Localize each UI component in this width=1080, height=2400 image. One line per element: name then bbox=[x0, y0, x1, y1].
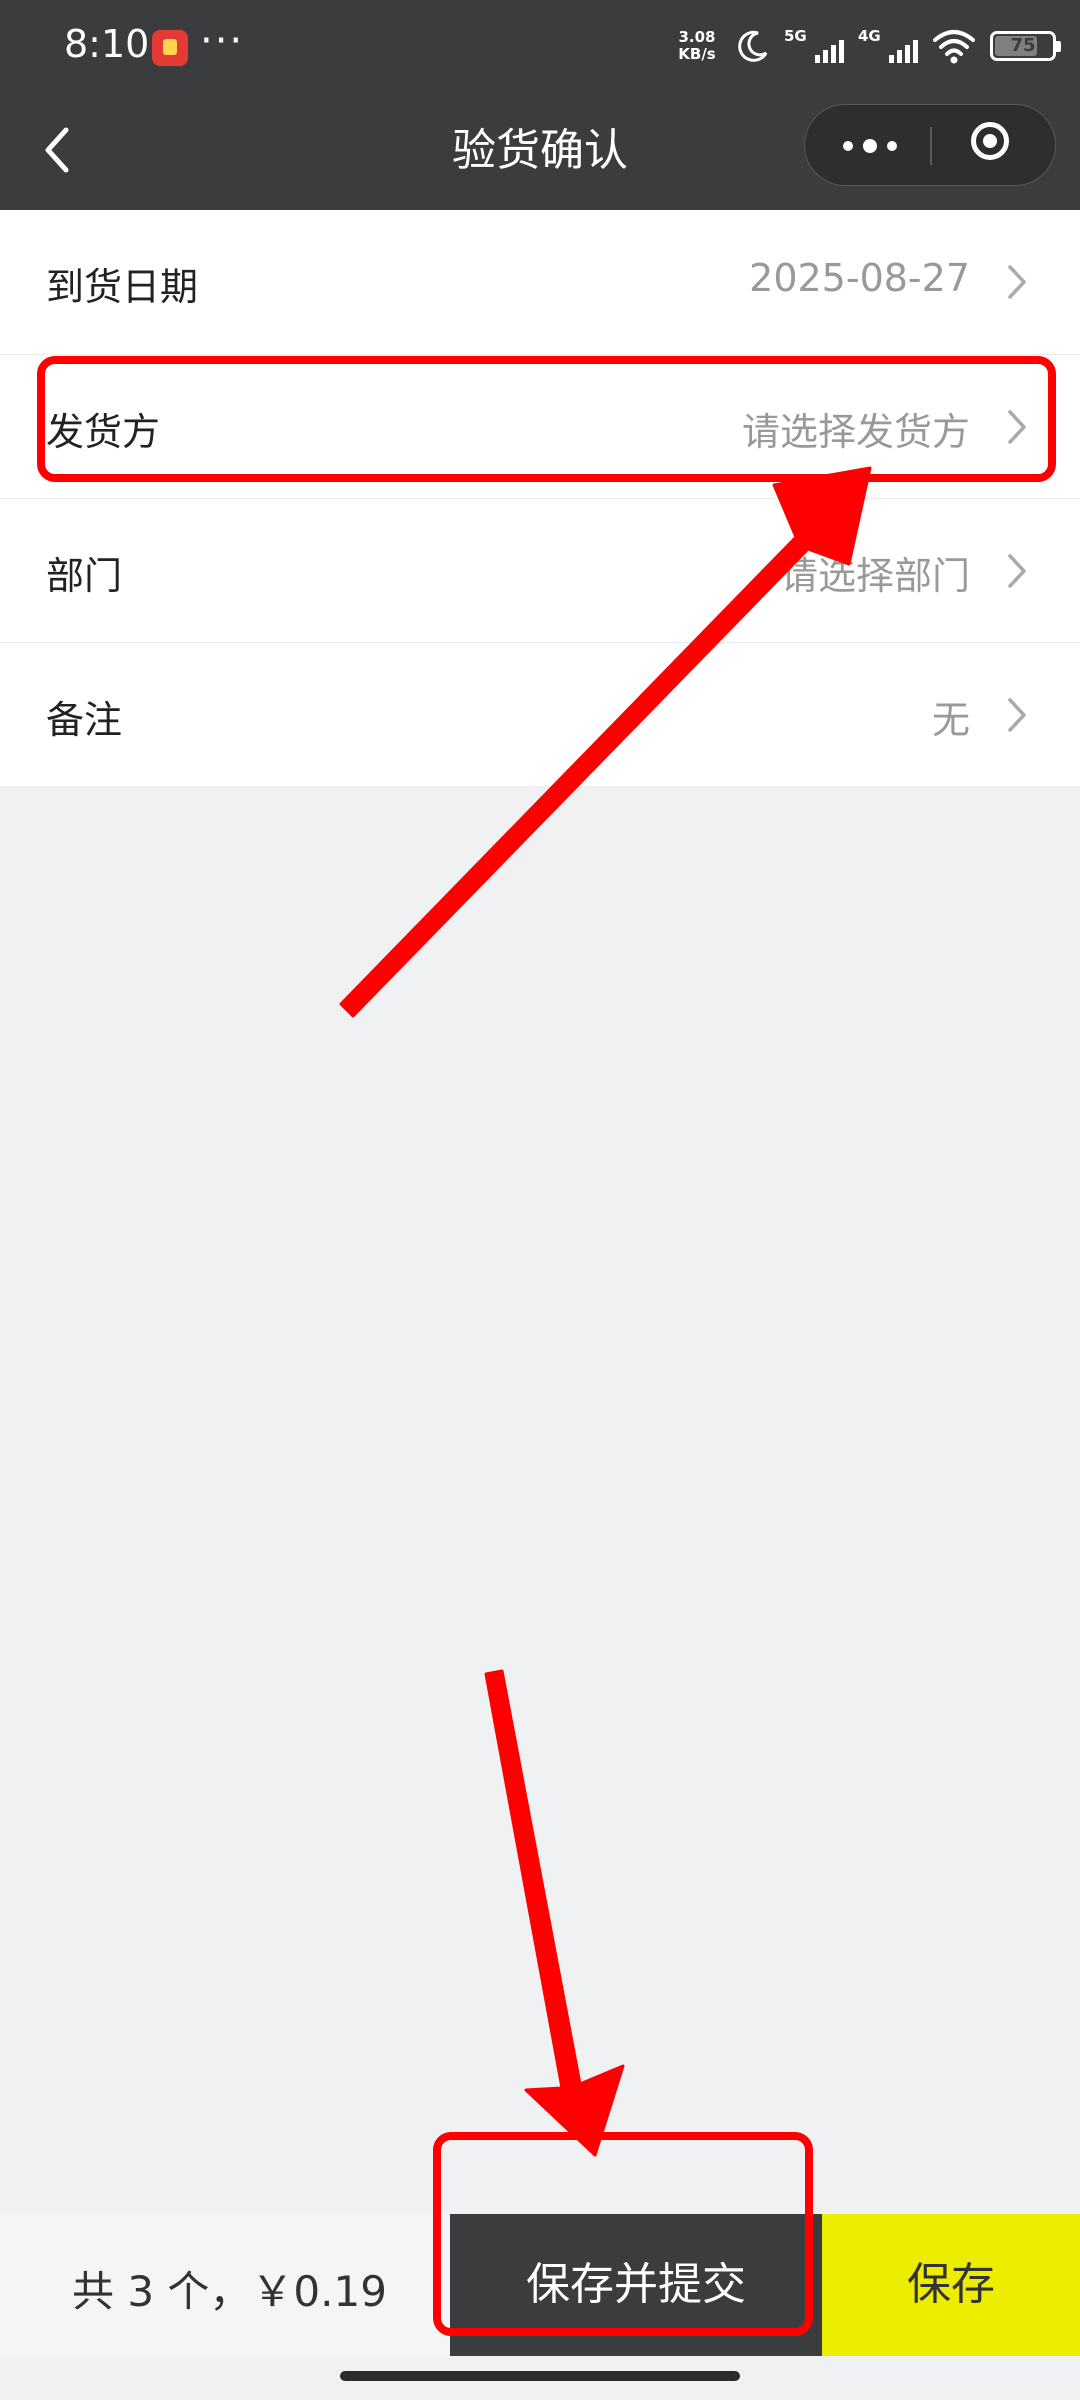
arrow-to-submit bbox=[484, 1669, 625, 2157]
signal-4g-label: 4G bbox=[858, 27, 881, 45]
navigation-bar: 验货确认 bbox=[0, 92, 1080, 210]
status-bar: 8:10 ··· 3.08 KB/s 5G 4G 75 bbox=[0, 0, 1080, 92]
order-total: 共 3 个，￥0.19 bbox=[72, 2267, 387, 2316]
save-button[interactable]: 保存 bbox=[822, 2214, 1080, 2356]
battery-level: 75 bbox=[1010, 35, 1036, 56]
signal-5g-label: 5G bbox=[784, 27, 807, 45]
notification-app-icon bbox=[152, 30, 188, 66]
top-header: 8:10 ··· 3.08 KB/s 5G 4G 75 验货确认 bbox=[0, 0, 1080, 210]
wifi-icon bbox=[933, 30, 975, 64]
remark-label: 备注 bbox=[46, 698, 123, 742]
arrival-date-value: 2025-08-27 bbox=[749, 256, 970, 300]
mini-program-capsule bbox=[804, 104, 1056, 186]
chevron-right-icon bbox=[1008, 410, 1026, 444]
shipper-label: 发货方 bbox=[46, 410, 161, 454]
signal-4g-icon: 4G bbox=[858, 27, 918, 65]
chevron-right-icon bbox=[1008, 698, 1026, 732]
network-speed-unit: KB/s bbox=[678, 45, 716, 63]
shipper-row[interactable]: 发货方 请选择发货方 bbox=[0, 354, 1080, 498]
signal-5g-icon: 5G bbox=[784, 27, 844, 65]
status-time: 8:10 bbox=[64, 22, 150, 66]
arrival-date-label: 到货日期 bbox=[46, 265, 199, 309]
department-placeholder: 请选择部门 bbox=[779, 554, 970, 598]
moon-icon bbox=[738, 30, 768, 62]
more-notifications-icon: ··· bbox=[200, 18, 245, 64]
department-row[interactable]: 部门 请选择部门 bbox=[0, 498, 1080, 642]
chevron-right-icon bbox=[1008, 554, 1026, 588]
chevron-right-icon bbox=[1008, 265, 1026, 299]
form-list: 到货日期 2025-08-27 发货方 请选择发货方 部门 请选择部门 备注 无 bbox=[0, 210, 1080, 786]
arrival-date-row[interactable]: 到货日期 2025-08-27 bbox=[0, 210, 1080, 354]
remark-row[interactable]: 备注 无 bbox=[0, 642, 1080, 786]
app-screen: 8:10 ··· 3.08 KB/s 5G 4G 75 验货确认 到货日期 20… bbox=[0, 0, 1080, 2400]
battery-icon: 75 bbox=[990, 31, 1061, 61]
shipper-placeholder: 请选择发货方 bbox=[741, 410, 970, 454]
network-speed-value: 3.08 bbox=[678, 28, 716, 46]
save-and-submit-button[interactable]: 保存并提交 bbox=[450, 2214, 822, 2356]
department-label: 部门 bbox=[46, 554, 123, 598]
more-options-icon[interactable] bbox=[805, 105, 931, 185]
status-indicators: 3.08 KB/s 5G 4G 75 bbox=[672, 24, 1061, 68]
home-indicator[interactable] bbox=[340, 2371, 740, 2381]
close-target-icon[interactable] bbox=[931, 105, 1057, 185]
remark-value: 无 bbox=[931, 698, 970, 742]
network-speed: 3.08 KB/s bbox=[672, 29, 722, 63]
bottom-action-bar: 共 3 个，￥0.19 保存并提交 保存 bbox=[0, 2214, 1080, 2356]
